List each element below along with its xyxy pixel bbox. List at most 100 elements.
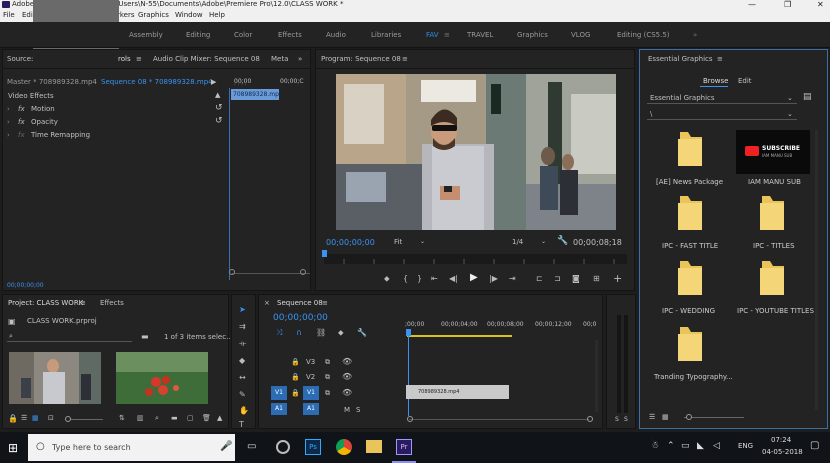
hand-tool-icon[interactable]: ✋: [239, 406, 249, 415]
menu-help[interactable]: Help: [209, 9, 225, 22]
tab-metadata[interactable]: Meta: [271, 55, 288, 63]
microphone-icon[interactable]: 🎤: [220, 441, 232, 452]
timeline-title[interactable]: Sequence 08: [277, 299, 323, 307]
track-select-tool-icon[interactable]: ⇉: [239, 322, 246, 331]
eye-v3-icon[interactable]: 👁: [342, 357, 352, 366]
clip-arrow-icon[interactable]: ▶: [211, 78, 216, 86]
step-back-icon[interactable]: ◀|: [449, 274, 458, 283]
tab-source[interactable]: Source:: [7, 55, 33, 63]
program-timecode[interactable]: 00;00;00;00: [326, 238, 375, 247]
nest-icon[interactable]: ⤨: [276, 328, 282, 338]
pen-tool-icon[interactable]: ✎: [239, 390, 246, 399]
zoom-handle-left[interactable]: [229, 269, 235, 275]
timeline-zoom-track[interactable]: [409, 419, 589, 420]
grid-view-icon[interactable]: ▦: [662, 413, 669, 421]
type-tool-icon[interactable]: T: [239, 420, 244, 429]
task-view-icon[interactable]: ▭: [247, 441, 256, 452]
chevron-up-icon[interactable]: ⌃: [667, 441, 675, 451]
eg-menu-icon[interactable]: ≡: [717, 55, 723, 63]
ws-menu-icon[interactable]: ≡: [444, 22, 450, 48]
thumb-size-slider[interactable]: [684, 417, 744, 418]
timeline-clip-v1[interactable]: 708989328.mp4: [406, 385, 509, 399]
template-folder-ae-news[interactable]: [AE] News Package: [654, 132, 724, 188]
effect-opacity[interactable]: Opacity: [31, 118, 58, 126]
lock-v2-icon[interactable]: 🔒: [291, 373, 300, 381]
mark-out-icon[interactable]: }: [417, 274, 422, 283]
linked-selection-icon[interactable]: ⛓: [316, 328, 326, 337]
effect-controls-timecode[interactable]: 00;00;00;00: [7, 282, 44, 289]
reset-opacity-icon[interactable]: ↺: [215, 116, 223, 126]
mark-in-icon[interactable]: {: [403, 274, 408, 283]
template-folder-wedding[interactable]: IPC - WEDDING: [654, 261, 724, 317]
solo-a1[interactable]: S: [356, 406, 360, 414]
clip-bar[interactable]: 708989328.mp4: [231, 89, 283, 100]
template-folder-ipc-titles[interactable]: IPC - TITLES: [736, 196, 810, 252]
project-title[interactable]: Project: CLASS WORK: [8, 299, 83, 307]
project-search-input[interactable]: ⌕: [7, 331, 132, 342]
new-bin-icon[interactable]: ▬: [141, 332, 149, 341]
ws-travel[interactable]: TRAVEL: [467, 22, 493, 48]
project-menu-icon[interactable]: ≡: [80, 299, 86, 307]
notification-icon[interactable]: ▢: [810, 440, 819, 451]
track-v1-target[interactable]: V1: [303, 386, 319, 400]
path-dropdown[interactable]: \ ⌄: [647, 108, 797, 120]
razor-tool-icon[interactable]: ◆: [239, 356, 245, 365]
clock-date[interactable]: 04-05-2018: [762, 448, 803, 456]
project-zoom-handle[interactable]: [65, 416, 71, 422]
sequence-clip-label[interactable]: Sequence 08 * 708989328.mp4: [101, 78, 213, 86]
file-explorer-icon[interactable]: [366, 440, 382, 453]
new-item-icon[interactable]: ▢: [187, 414, 194, 422]
template-folder-typography[interactable]: Tranding Typography...: [648, 327, 733, 383]
tab-effect-controls[interactable]: rols: [118, 55, 131, 63]
clear-icon[interactable]: 🗑: [202, 414, 211, 422]
timeline-zoom-right[interactable]: [587, 416, 593, 422]
new-bin-bottom-icon[interactable]: ▬: [171, 414, 178, 422]
template-folder-youtube-titles[interactable]: IPC - YOUTUBE TITLES: [736, 261, 816, 317]
sync-v1-icon[interactable]: ⧉: [325, 389, 330, 398]
list-view-icon[interactable]: ☰: [649, 413, 655, 421]
fit-chevron-icon[interactable]: ⌄: [420, 238, 425, 245]
ws-editing[interactable]: Editing: [186, 22, 210, 48]
tab-menu-icon[interactable]: ≡: [136, 55, 142, 63]
timeline-zoom-left[interactable]: [407, 416, 413, 422]
clock-time[interactable]: 07:24: [771, 436, 791, 444]
slip-tool-icon[interactable]: ↔: [239, 373, 246, 382]
reset-motion-icon[interactable]: ↺: [215, 103, 223, 113]
ripple-edit-tool-icon[interactable]: ⟛: [239, 339, 246, 349]
solo-left[interactable]: S: [615, 416, 619, 423]
tab-audio-clip-mixer[interactable]: Audio Clip Mixer: Sequence 08: [153, 55, 260, 63]
tab-browse[interactable]: Browse: [703, 77, 729, 85]
eye-v2-icon[interactable]: 👁: [342, 372, 352, 381]
ws-libraries[interactable]: Libraries: [371, 22, 401, 48]
lift-icon[interactable]: ⊏: [536, 274, 543, 283]
menu-markers[interactable]: rkers: [117, 9, 135, 22]
essential-graphics-title[interactable]: Essential Graphics: [648, 55, 713, 63]
icon-view-toggle-icon[interactable]: ▦: [32, 414, 39, 422]
project-scroll-up-icon[interactable]: ▲: [217, 414, 222, 422]
language-indicator[interactable]: ENG: [738, 442, 753, 450]
battery-icon[interactable]: ▭: [681, 441, 690, 451]
sync-v3-icon[interactable]: ⧉: [325, 358, 330, 367]
add-marker-icon[interactable]: ⬥: [384, 274, 390, 284]
button-editor-icon[interactable]: ⊞: [593, 274, 600, 283]
close-icon[interactable]: ✕: [817, 0, 824, 9]
program-menu-icon[interactable]: ≡: [402, 55, 408, 63]
ws-vlog[interactable]: VLOG: [571, 22, 590, 48]
wrench-icon[interactable]: 🔧: [557, 236, 568, 246]
source-patch-a1[interactable]: A1: [271, 403, 287, 415]
library-dropdown[interactable]: Essential Graphics ⌄: [647, 92, 797, 104]
ws-more-icon[interactable]: »: [693, 22, 697, 48]
resolution-dropdown[interactable]: 1/4: [512, 238, 523, 246]
go-to-out-icon[interactable]: ⇥: [509, 274, 516, 283]
lock-icon[interactable]: 🔒: [8, 414, 18, 423]
ws-color[interactable]: Color: [234, 22, 252, 48]
timeline-marker-icon[interactable]: ⬥: [338, 328, 344, 338]
solo-right[interactable]: S: [624, 416, 628, 423]
timeline-timecode[interactable]: 00;00;00;00: [273, 313, 328, 323]
program-time-ruler[interactable]: [324, 254, 627, 264]
snap-icon[interactable]: ∩: [296, 328, 302, 337]
maximize-icon[interactable]: ❐: [784, 0, 791, 9]
extract-icon[interactable]: ⊐: [554, 274, 561, 283]
automate-icon[interactable]: ▥: [137, 414, 144, 422]
volume-icon[interactable]: ◁: [713, 441, 720, 451]
